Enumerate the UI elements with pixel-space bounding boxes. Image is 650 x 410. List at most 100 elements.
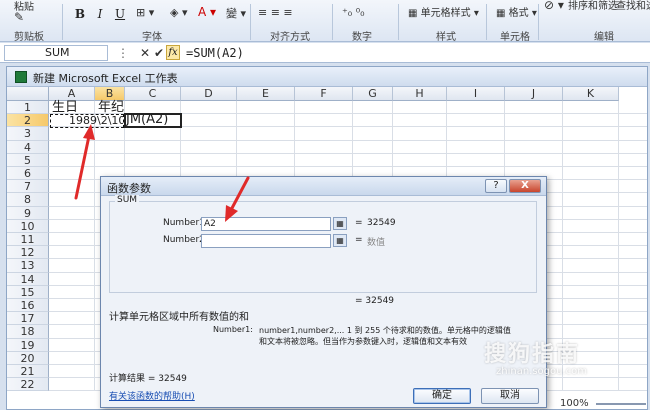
ribbon-separator [398,4,399,40]
cell-a2[interactable]: 1989\2\10 [50,114,124,129]
row-header-19[interactable]: 19 [7,338,49,352]
row-header-22[interactable]: 22 [7,378,49,392]
column-header-i[interactable]: I [447,87,505,101]
cancel-icon[interactable]: ✕ [138,45,152,61]
group-cells-label: 单元格 [500,32,530,43]
dialog-help-button[interactable]: ? [485,179,507,193]
arg-number1-label: Number1 [163,218,205,228]
row-header-7[interactable]: 7 [7,180,49,194]
calc-result: 计算结果 = 32549 [109,374,187,384]
select-all-corner[interactable] [7,87,49,101]
formula-input[interactable]: =SUM(A2) [186,45,244,61]
font-color-icon[interactable]: A ▾ [198,5,216,19]
group-alignment-label: 对齐方式 [270,32,310,43]
arg-help-line1: number1,number2,... 1 到 255 个待求和的数值。单元格中… [259,326,511,335]
sort-filter-button[interactable]: 排序和筛选 [568,0,618,12]
dialog-title: 函数参数 [107,182,151,195]
row-header-6[interactable]: 6 [7,167,49,181]
group-number-label: 数字 [352,32,372,43]
arg-number2-result: 数值 [367,238,386,248]
collapse-dialog-icon[interactable]: ▦ [333,234,347,247]
arg-help-label: Number1: [213,325,253,334]
arg-number2-input[interactable] [201,234,331,248]
zoom-slider[interactable] [596,403,646,405]
row-header-10[interactable]: 10 [7,219,49,233]
format-button[interactable]: ▦ 格式 ▾ [496,4,537,19]
bold-button[interactable]: B [72,6,88,22]
gridline [49,166,647,167]
column-header-e[interactable]: E [237,87,295,101]
row-header-21[interactable]: 21 [7,365,49,379]
row-header-16[interactable]: 16 [7,299,49,313]
row-header-12[interactable]: 12 [7,246,49,260]
row-header-4[interactable]: 4 [7,140,49,154]
cell-b2-active[interactable]: JM(A2) [124,113,182,129]
row-header-1[interactable]: 1 [7,101,49,115]
group-editing-label: 编辑 [594,32,614,43]
function-help-link[interactable]: 有关该函数的帮助(H) [109,389,195,402]
gridline [94,101,95,392]
name-box[interactable]: SUM [4,45,108,61]
formula-bar: SUM ⋮ ✕ ✔ fx =SUM(A2) [0,43,650,63]
gridline [618,101,619,392]
row-header-18[interactable]: 18 [7,325,49,339]
column-header-c[interactable]: C [125,87,181,101]
arg-number1-input[interactable]: A2 [201,217,331,231]
gridline [49,152,647,154]
cancel-button[interactable]: 取消 [481,388,539,404]
cell-a1[interactable]: 生日 [52,101,78,115]
row-header-11[interactable]: 11 [7,233,49,247]
number-format-icon[interactable]: ⁺₀ ⁰₀ [342,6,365,19]
row-header-3[interactable]: 3 [7,127,49,141]
column-header-h[interactable]: H [393,87,447,101]
border-icon[interactable]: ⊞ ▾ [136,6,154,19]
row-header-8[interactable]: 8 [7,193,49,207]
row-header-2[interactable]: 2 [7,114,49,128]
column-header-f[interactable]: F [295,87,353,101]
ok-button[interactable]: 确定 [413,388,471,404]
phonetic-icon[interactable]: 變 ▾ [226,5,246,21]
fill-color-icon[interactable]: ◈ ▾ [170,6,187,19]
row-header-9[interactable]: 9 [7,206,49,220]
row-header-5[interactable]: 5 [7,153,49,167]
column-header-g[interactable]: G [353,87,393,101]
row-header-17[interactable]: 17 [7,312,49,326]
dialog-close-button[interactable]: X [509,179,541,193]
format-painter-icon[interactable]: ✎ [14,10,24,24]
dialog-titlebar: 函数参数 ? X [101,177,546,196]
workbook-titlebar: 新建 Microsoft Excel 工作表 [7,67,647,87]
arg-number1-result: 32549 [367,218,396,228]
gridline [49,139,647,141]
underline-button[interactable]: U [112,6,128,22]
column-header-j[interactable]: J [505,87,563,101]
column-header-b[interactable]: B [95,87,125,101]
zoom-level: 100% [560,398,589,409]
row-header-13[interactable]: 13 [7,259,49,273]
italic-button[interactable]: I [92,6,108,22]
group-font-label: 字体 [142,32,162,43]
find-select-button[interactable]: 查找和选择 [616,0,650,12]
ribbon-separator [538,4,539,40]
function-arguments-dialog: 函数参数 ? X SUM Number1 A2 ▦ = 32549 Number… [100,176,547,408]
format-label: 格式 [508,8,529,19]
column-header-a[interactable]: A [49,87,95,101]
ribbon-separator [332,4,333,40]
column-header-d[interactable]: D [181,87,237,101]
more-icon: ⋮ [117,46,129,60]
group-styles-label: 样式 [436,32,456,43]
insert-function-button[interactable]: fx [166,45,180,60]
row-header-14[interactable]: 14 [7,272,49,286]
arg-number2-label: Number2 [163,235,205,245]
cell-b1[interactable]: 年纪 [98,101,124,115]
enter-icon[interactable]: ✔ [152,45,166,61]
arg-number1-eq: = [355,218,363,228]
collapse-dialog-icon[interactable]: ▦ [333,217,347,230]
column-header-k[interactable]: K [563,87,619,101]
cell-a2-value: 1989\2\10 [69,114,124,128]
row-header-15[interactable]: 15 [7,285,49,299]
row-header-20[interactable]: 20 [7,351,49,365]
clear-icon[interactable]: ⊘ ▾ [544,0,564,12]
align-icon[interactable]: ≡ ≡ ≡ [258,6,293,19]
cell-styles-button[interactable]: ▦ 单元格样式 ▾ [408,4,479,19]
cell-b2-value: JM(A2) [126,113,169,128]
